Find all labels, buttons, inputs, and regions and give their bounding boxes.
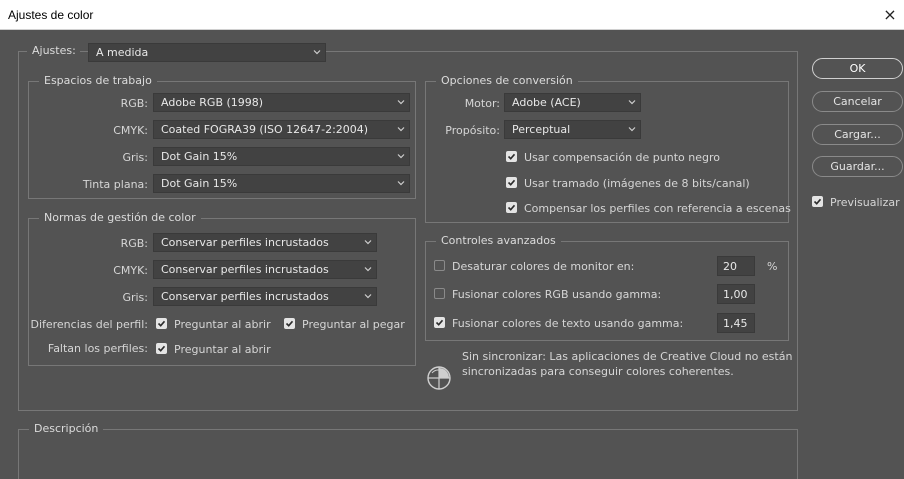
proposito-value: Perceptual: [512, 123, 571, 136]
proposito-select[interactable]: Perceptual: [504, 120, 641, 139]
motor-label: Motor:: [464, 97, 500, 110]
espacios-rgb-value: Adobe RGB (1998): [161, 96, 264, 109]
espacios-tinta-label: Tinta plana:: [82, 178, 148, 191]
faltan-label: Faltan los perfiles:: [47, 342, 148, 355]
fusionar-rgb-input[interactable]: 1,00: [717, 284, 755, 304]
descripcion-group: Descripción: [18, 422, 798, 479]
espacios-tinta-select[interactable]: Dot Gain 15%: [153, 174, 410, 193]
dialog-body: Ajustes: A medida Espacios de trabajo RG…: [6, 30, 904, 479]
ajustes-row: Ajustes:: [27, 44, 80, 57]
chevron-down-icon: [364, 294, 372, 299]
normas-gris-value: Conservar perfiles incrustados: [161, 290, 329, 303]
previsualizar-checkbox[interactable]: [812, 196, 823, 207]
espacios-rgb-label: RGB:: [120, 97, 148, 110]
creative-cloud-sync-icon: [427, 366, 451, 390]
normas-cmyk-select[interactable]: Conservar perfiles incrustados: [153, 260, 377, 279]
chevron-down-icon: [628, 100, 636, 105]
desaturar-label[interactable]: Desaturar colores de monitor en:: [452, 260, 634, 273]
fusionar-rgb-checkbox[interactable]: [434, 288, 445, 299]
chevron-down-icon: [628, 127, 636, 132]
title-bar: Ajustes de color ×: [0, 0, 904, 30]
normas-title: Normas de gestión de color: [39, 211, 201, 224]
motor-select[interactable]: Adobe (ACE): [504, 93, 641, 112]
normas-rgb-select[interactable]: Conservar perfiles incrustados: [153, 233, 377, 252]
espacios-tinta-value: Dot Gain 15%: [161, 177, 238, 190]
espacios-rgb-select[interactable]: Adobe RGB (1998): [153, 93, 410, 112]
proposito-label: Propósito:: [445, 124, 500, 137]
espacios-gris-value: Dot Gain 15%: [161, 150, 238, 163]
sync-text-line1: Sin sincronizar: Las aplicaciones de Cre…: [462, 350, 793, 363]
checkmark-icon: [507, 179, 516, 186]
checkmark-icon: [285, 320, 294, 327]
diferencias-label: Diferencias del perfil:: [30, 318, 148, 331]
chevron-down-icon: [397, 100, 405, 105]
diferencias-abrir-label[interactable]: Preguntar al abrir: [174, 318, 271, 331]
espacios-gris-select[interactable]: Dot Gain 15%: [153, 147, 410, 166]
desaturar-input[interactable]: 20: [717, 256, 755, 276]
normas-rgb-value: Conservar perfiles incrustados: [161, 236, 329, 249]
tramado-label[interactable]: Usar tramado (imágenes de 8 bits/canal): [524, 177, 750, 190]
ajustes-label: Ajustes:: [32, 44, 76, 57]
close-icon[interactable]: ×: [880, 5, 900, 25]
normas-cmyk-value: Conservar perfiles incrustados: [161, 263, 329, 276]
escenas-label[interactable]: Compensar los perfiles con referencia a …: [524, 202, 791, 215]
fusionar-texto-checkbox[interactable]: [434, 317, 445, 328]
checkmark-icon: [507, 204, 516, 211]
fusionar-texto-input[interactable]: 1,45: [717, 313, 755, 333]
chevron-down-icon: [397, 181, 405, 186]
conversion-title: Opciones de conversión: [436, 74, 578, 87]
avanzados-title: Controles avanzados: [436, 234, 561, 247]
espacios-cmyk-select[interactable]: Coated FOGRA39 (ISO 12647-2:2004): [153, 120, 410, 139]
diferencias-abrir-checkbox[interactable]: [156, 318, 167, 329]
checkmark-icon: [157, 345, 166, 352]
escenas-checkbox[interactable]: [506, 202, 517, 213]
guardar-button[interactable]: Guardar...: [812, 156, 903, 177]
ajustes-select[interactable]: A medida: [88, 43, 326, 62]
fusionar-rgb-label[interactable]: Fusionar colores RGB usando gamma:: [452, 288, 661, 301]
descripcion-title: Descripción: [29, 422, 104, 435]
normas-rgb-label: RGB:: [120, 237, 148, 250]
window-title: Ajustes de color: [8, 8, 94, 22]
normas-gris-label: Gris:: [122, 291, 148, 304]
ajustes-value: A medida: [96, 46, 149, 59]
punto-negro-label[interactable]: Usar compensación de punto negro: [524, 151, 720, 164]
checkmark-icon: [507, 153, 516, 160]
diferencias-pegar-checkbox[interactable]: [284, 318, 295, 329]
cancelar-button[interactable]: Cancelar: [812, 91, 903, 112]
chevron-down-icon: [397, 154, 405, 159]
sync-text-line2: sincronizadas para conseguir colores coh…: [462, 365, 734, 378]
cargar-button[interactable]: Cargar...: [812, 124, 903, 145]
desaturar-checkbox[interactable]: [434, 260, 445, 271]
chevron-down-icon: [397, 127, 405, 132]
chevron-down-icon: [364, 267, 372, 272]
diferencias-pegar-label[interactable]: Preguntar al pegar: [302, 318, 405, 331]
espacios-cmyk-value: Coated FOGRA39 (ISO 12647-2:2004): [161, 123, 369, 136]
fusionar-texto-label[interactable]: Fusionar colores de texto usando gamma:: [452, 317, 683, 330]
normas-cmyk-label: CMYK:: [113, 264, 148, 277]
checkmark-icon: [435, 319, 444, 326]
chevron-down-icon: [313, 50, 321, 55]
espacios-title: Espacios de trabajo: [39, 74, 157, 87]
faltan-abrir-label[interactable]: Preguntar al abrir: [174, 343, 271, 356]
previsualizar-label[interactable]: Previsualizar: [830, 196, 900, 209]
checkmark-icon: [157, 320, 166, 327]
espacios-cmyk-label: CMYK:: [113, 124, 148, 137]
checkmark-icon: [813, 198, 822, 205]
chevron-down-icon: [364, 240, 372, 245]
punto-negro-checkbox[interactable]: [506, 151, 517, 162]
espacios-gris-label: Gris:: [122, 151, 148, 164]
tramado-checkbox[interactable]: [506, 177, 517, 188]
motor-value: Adobe (ACE): [512, 96, 581, 109]
faltan-abrir-checkbox[interactable]: [156, 343, 167, 354]
ok-button[interactable]: OK: [812, 58, 903, 79]
desaturar-unit: %: [767, 260, 778, 273]
normas-gris-select[interactable]: Conservar perfiles incrustados: [153, 287, 377, 306]
